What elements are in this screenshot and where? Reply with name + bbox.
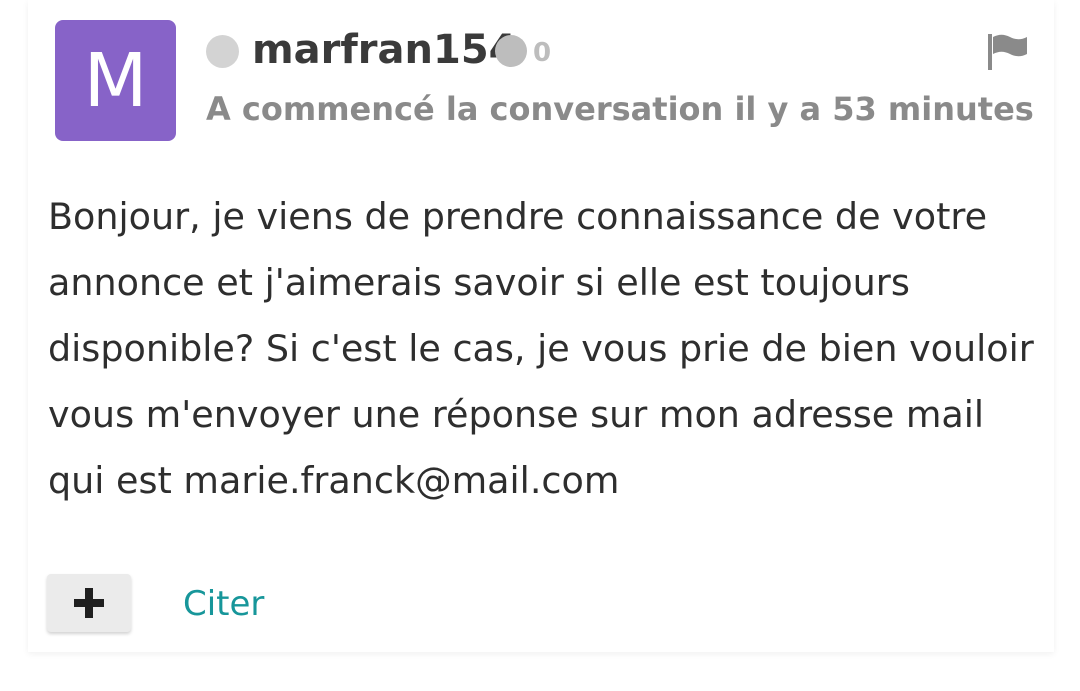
online-status-dot [206, 35, 239, 68]
plus-icon [74, 588, 104, 618]
reputation-dot-icon [495, 35, 527, 67]
quote-link[interactable]: Citer [183, 582, 264, 626]
avatar[interactable]: M [55, 20, 176, 141]
reputation-count: 0 [533, 38, 552, 68]
add-button[interactable] [47, 574, 131, 632]
conversation-started-text: A commencé la conversation il y a 53 min… [206, 90, 1034, 128]
message-body: Bonjour, je viens de prendre connaissanc… [48, 195, 1034, 502]
username[interactable]: marfran154 [252, 24, 517, 76]
avatar-letter: M [83, 37, 148, 124]
report-flag-icon[interactable] [986, 32, 1030, 72]
